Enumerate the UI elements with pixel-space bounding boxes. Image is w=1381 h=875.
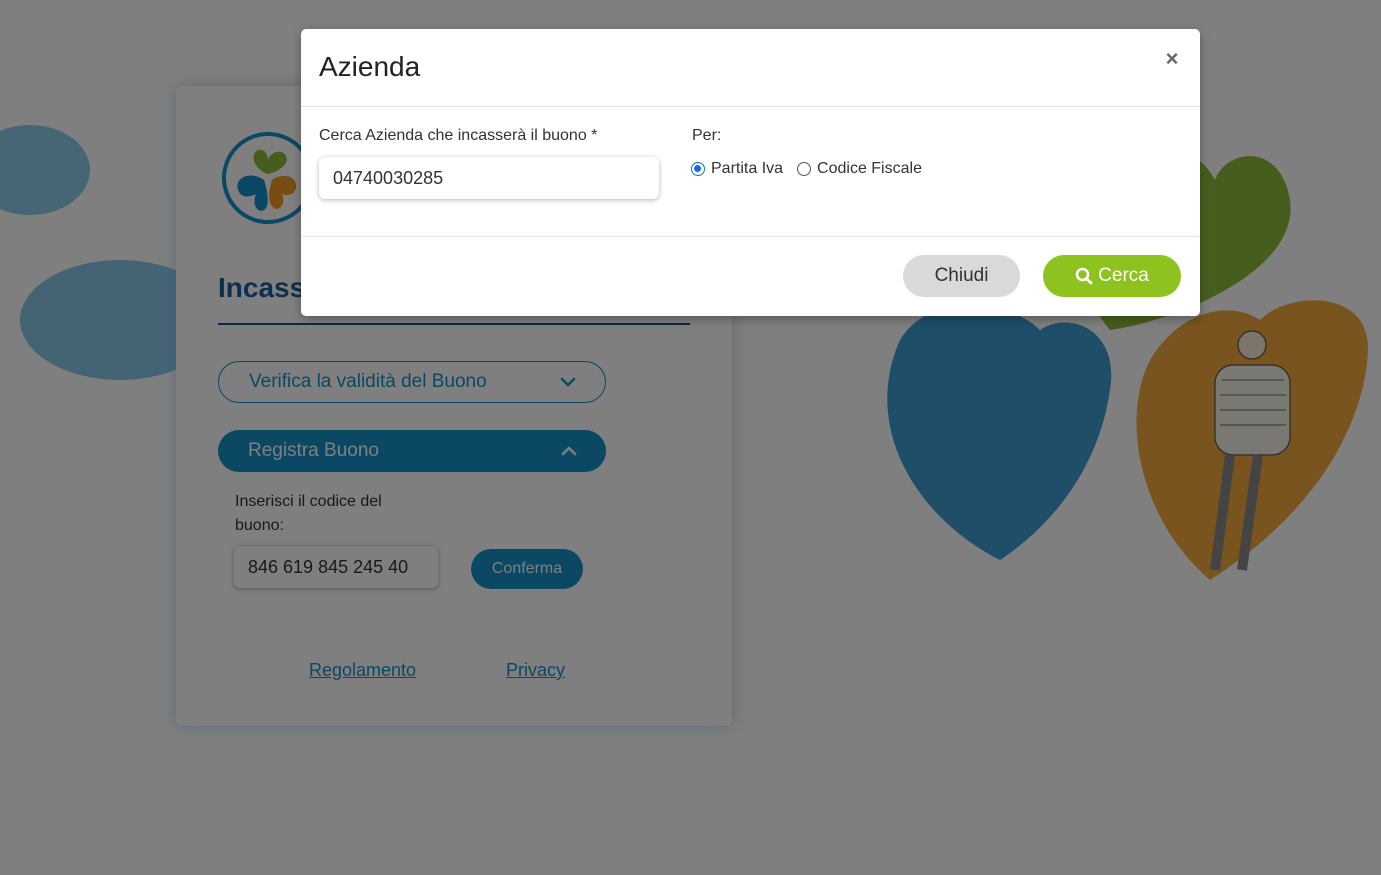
radio-partita-iva[interactable] [691, 162, 705, 176]
search-by-radio-group: Partita Iva Codice Fiscale [691, 160, 936, 178]
search-button[interactable]: Cerca [1043, 255, 1181, 297]
radio-partita-iva-label[interactable]: Partita Iva [711, 160, 783, 178]
company-search-input[interactable] [319, 157, 659, 199]
close-icon[interactable]: × [1162, 48, 1182, 70]
company-search-label: Cerca Azienda che incasserà il buono * [319, 127, 598, 144]
radio-codice-fiscale-label[interactable]: Codice Fiscale [817, 160, 922, 178]
search-icon [1075, 267, 1093, 285]
company-search-modal: Azienda × Cerca Azienda che incasserà il… [301, 29, 1200, 316]
modal-body: Cerca Azienda che incasserà il buono * P… [301, 107, 1200, 237]
modal-header: Azienda × [301, 29, 1200, 107]
modal-title: Azienda [319, 51, 421, 82]
search-by-label: Per: [692, 127, 722, 144]
radio-codice-fiscale[interactable] [797, 162, 812, 176]
modal-footer: Chiudi Cerca [301, 237, 1200, 315]
search-button-label: Cerca [1098, 265, 1149, 286]
close-button[interactable]: Chiudi [903, 255, 1020, 297]
